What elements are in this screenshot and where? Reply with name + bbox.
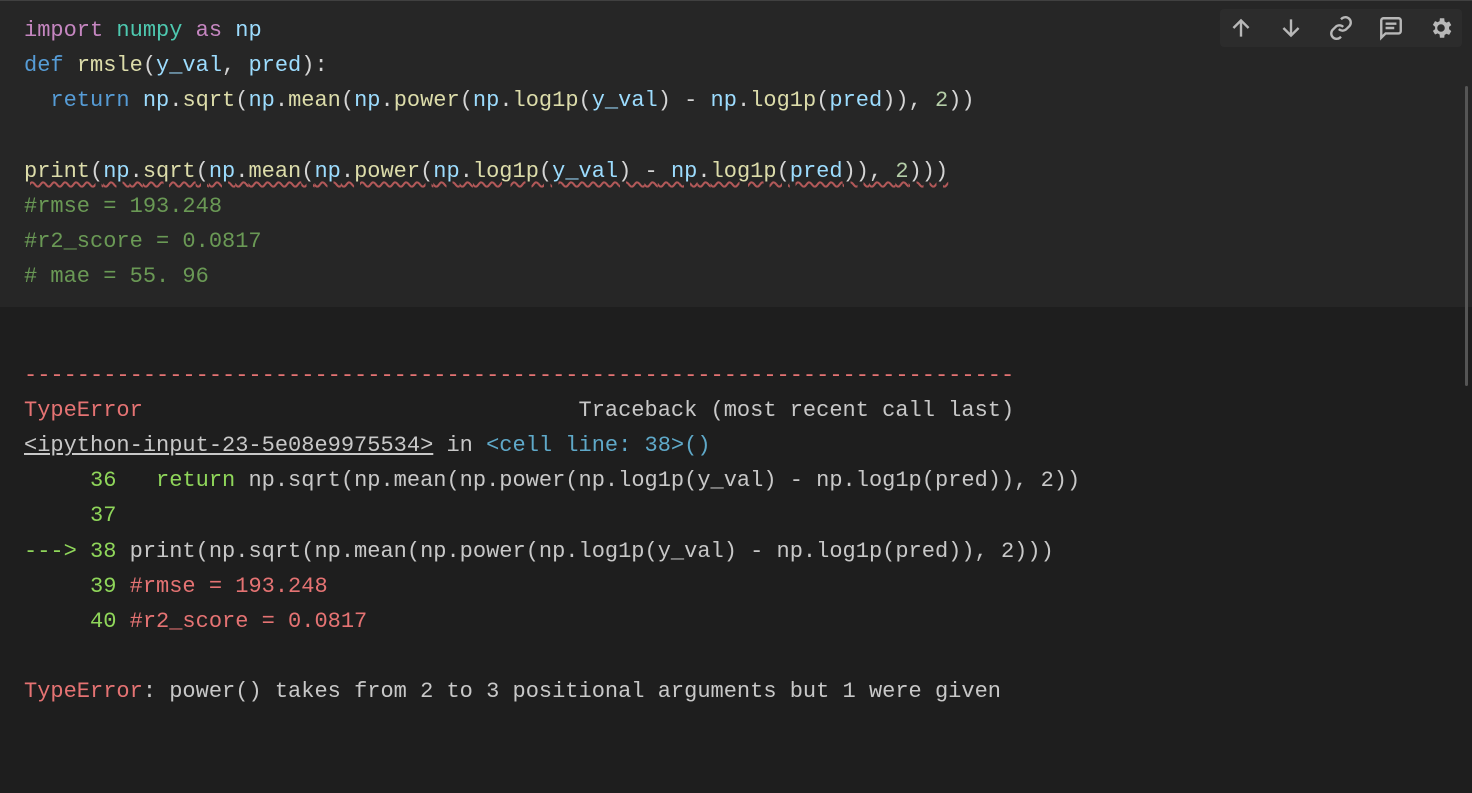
move-cell-down-button[interactable] [1276,13,1306,43]
final-error-class: TypeError [24,679,143,704]
error-class: TypeError [24,398,143,423]
cell-settings-button[interactable] [1426,13,1456,43]
comment-icon [1378,15,1404,41]
comment-rmse: #rmse = 193.248 [24,194,222,219]
cell-line-ref: <cell line: 38> [486,433,684,458]
final-error-message: : power() takes from 2 to 3 positional a… [143,679,1001,704]
param-pred: pred [248,53,301,78]
editor-scrollbar[interactable] [1465,86,1468,386]
lineno-37: 37 [24,503,116,528]
ipython-input-link[interactable]: <ipython-input-23-5e08e9975534> [24,433,433,458]
link-cell-button[interactable] [1326,13,1356,43]
squiggle-warning: print(np.sqrt(np.mean(np.power(np.log1p(… [24,159,948,184]
lineno-40: 40 [24,609,116,634]
arrow-down-icon [1278,15,1304,41]
traceback-separator: ----------------------------------------… [24,363,1014,388]
param-yval: y_val [156,53,222,78]
output-cell: ----------------------------------------… [0,307,1472,745]
lineno-36: 36 [24,468,116,493]
keyword-return: return [50,88,129,113]
move-cell-up-button[interactable] [1226,13,1256,43]
code-editor[interactable]: import numpy as np def rmsle(y_val, pred… [24,13,1448,295]
comment-r2: #r2_score = 0.0817 [24,229,262,254]
function-name: rmsle [77,53,143,78]
traceback-output: ----------------------------------------… [24,358,1448,710]
code-cell[interactable]: import numpy as np def rmsle(y_val, pred… [0,0,1472,307]
module-numpy: numpy [116,18,182,43]
keyword-def: def [24,53,64,78]
arrow-up-icon [1228,15,1254,41]
keyword-as: as [196,18,222,43]
keyword-import: import [24,18,103,43]
comment-cell-button[interactable] [1376,13,1406,43]
cell-toolbar [1220,9,1462,47]
lineno-38: 38 [90,539,116,564]
traceback-label: Traceback (most recent call last) [579,398,1015,423]
traceback-arrow: ---> [24,539,90,564]
gear-icon [1428,15,1454,41]
comment-mae: # mae = 55. 96 [24,264,209,289]
link-icon [1328,15,1354,41]
alias-np: np [235,18,261,43]
lineno-39: 39 [24,574,116,599]
